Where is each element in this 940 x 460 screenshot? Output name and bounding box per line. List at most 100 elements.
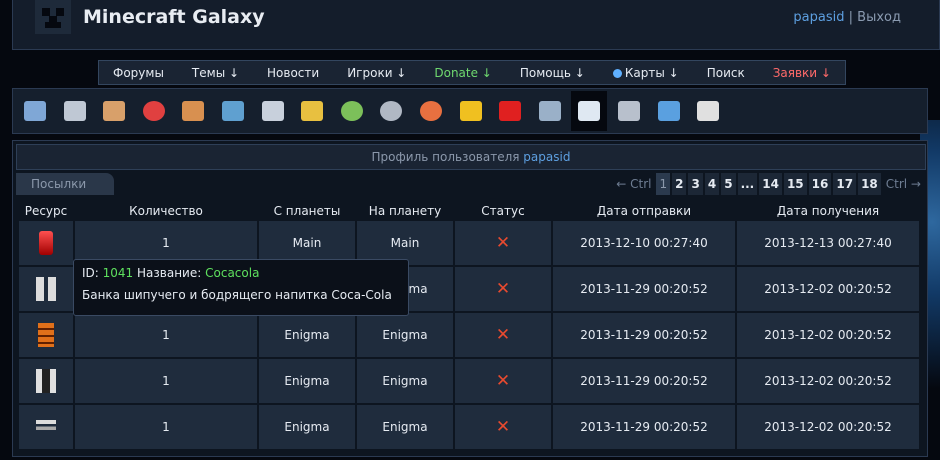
- medal-icon: [301, 101, 324, 121]
- status-failed-icon: ✕: [495, 233, 511, 253]
- column-header: С планеты: [273, 204, 341, 218]
- status-failed-icon: ✕: [495, 417, 511, 437]
- pager-page[interactable]: 16: [808, 173, 832, 195]
- column-header: На планету: [368, 204, 442, 218]
- sent-cell: 2013-11-29 00:20:52: [553, 313, 735, 357]
- qty-cell: 1: [75, 405, 257, 449]
- menu-item-0[interactable]: Форумы: [113, 66, 164, 80]
- from-cell: Enigma: [259, 405, 355, 449]
- toolbar-button-home[interactable]: [96, 91, 132, 131]
- from-cell: Enigma: [259, 313, 355, 357]
- table-row[interactable]: 1EnigmaEnigma✕2013-11-29 00:20:522013-12…: [19, 405, 919, 449]
- menu-item-label: Карты ↓: [624, 65, 679, 80]
- main-menu: Форумы Темы ↓ Новости Игроки ↓ Donate ↓ Помощ…: [98, 60, 846, 85]
- heart-icon: [499, 101, 522, 121]
- menu-item-7[interactable]: Поиск: [707, 66, 745, 80]
- column-header: Статус: [481, 204, 525, 218]
- received-cell: 2013-12-02 00:20:52: [737, 267, 919, 311]
- toolbar-button-bar-chart[interactable]: [532, 91, 568, 131]
- column-header: Дата получения: [776, 204, 880, 218]
- menu-item-3[interactable]: Игроки ↓: [347, 66, 406, 80]
- pager-page[interactable]: 17: [833, 173, 857, 195]
- status-cell: ✕: [455, 267, 551, 311]
- menu-item-5[interactable]: Помощь ↓: [520, 66, 585, 80]
- tooltip-name-value: Cocacola: [205, 266, 260, 280]
- resource-cell: [19, 405, 73, 449]
- toolbar-button-landscape[interactable]: [215, 91, 251, 131]
- qty-cell: 1: [75, 313, 257, 357]
- landscape-icon: [222, 101, 244, 121]
- logout-link[interactable]: Выход: [857, 10, 901, 25]
- user-separator: |: [848, 10, 854, 25]
- menu-item-8[interactable]: Заявки ↓: [773, 66, 831, 80]
- pager-page[interactable]: 5: [721, 173, 736, 195]
- from-cell: Enigma: [259, 359, 355, 403]
- toolbar-button-gear[interactable]: [373, 91, 409, 131]
- pager-prev[interactable]: ← Ctrl: [613, 173, 654, 195]
- creeper-logo-icon[interactable]: [35, 0, 71, 34]
- toolbar-button-folder[interactable]: [651, 91, 687, 131]
- toolbar-button-ban[interactable]: [136, 91, 172, 131]
- orange-chestplate-icon[interactable]: [38, 323, 54, 347]
- resource-cell: [19, 313, 73, 357]
- icon-toolbar: [12, 88, 928, 134]
- pager-page[interactable]: 2: [672, 173, 687, 195]
- status-failed-icon: ✕: [495, 325, 511, 345]
- table-row[interactable]: 1EnigmaEnigma✕2013-11-29 00:20:522013-12…: [19, 359, 919, 403]
- user-links: papasid | Выход: [793, 10, 901, 25]
- qty-cell: 1: [75, 359, 257, 403]
- cocacola-can-icon[interactable]: [39, 231, 53, 255]
- helmet-icon[interactable]: [36, 420, 56, 435]
- menu-item-6[interactable]: Карты ↓: [612, 65, 679, 80]
- to-cell: Enigma: [357, 405, 453, 449]
- toolbar-button-star[interactable]: [453, 91, 489, 131]
- resource-cell: [19, 359, 73, 403]
- toolbar-button-pencil-ruler[interactable]: [611, 91, 647, 131]
- toolbar-button-profile-card[interactable]: [17, 91, 53, 131]
- tab-parcels[interactable]: Посылки: [16, 173, 114, 195]
- toolbar-button-user[interactable]: [334, 91, 370, 131]
- menu-item-4[interactable]: Donate ↓: [434, 66, 492, 80]
- toolbar-button-lock[interactable]: [57, 91, 93, 131]
- profile-username[interactable]: papasid: [523, 150, 570, 164]
- toolbar-button-cart[interactable]: [255, 91, 291, 131]
- column-header: Дата отправки: [596, 204, 692, 218]
- pencil-ruler-icon: [618, 101, 640, 121]
- pager-next[interactable]: Ctrl →: [883, 173, 924, 195]
- notepad-icon: [697, 101, 720, 121]
- username-link[interactable]: papasid: [793, 10, 844, 25]
- toolbar-button-notepad[interactable]: [690, 91, 726, 131]
- toolbar-button-heart[interactable]: [492, 91, 528, 131]
- pager-page[interactable]: 1: [656, 173, 671, 195]
- to-cell: Enigma: [357, 313, 453, 357]
- to-cell: Enigma: [357, 359, 453, 403]
- toolbar-button-clock[interactable]: [413, 91, 449, 131]
- lock-icon: [63, 101, 86, 121]
- toolbar-button-envelope[interactable]: [571, 91, 608, 131]
- status-failed-icon: ✕: [495, 371, 511, 391]
- boots-icon[interactable]: [36, 277, 56, 301]
- status-cell: ✕: [455, 221, 551, 265]
- pager-page[interactable]: 14: [759, 173, 782, 195]
- pagination: ← Ctrl 1 2 3 4 5... 14 15 16 17 18 Ctrl →: [611, 173, 924, 195]
- table-header-row: Ресурс Количество С планеты На планету Стату…: [19, 203, 919, 219]
- tooltip-id-label: ID:: [82, 266, 99, 280]
- column-header: Количество: [129, 204, 203, 218]
- pager-page[interactable]: 15: [783, 173, 807, 195]
- toolbar-button-medal[interactable]: [294, 91, 330, 131]
- user-icon: [340, 101, 363, 121]
- menu-item-1[interactable]: Темы ↓: [192, 66, 239, 80]
- site-title[interactable]: Minecraft Galaxy: [83, 6, 265, 28]
- pager-page[interactable]: 3: [688, 173, 703, 195]
- received-cell: 2013-12-02 00:20:52: [737, 405, 919, 449]
- pager-page[interactable]: 18: [858, 173, 881, 195]
- received-cell: 2013-12-13 00:27:40: [737, 221, 919, 265]
- pager-ellipsis: ...: [737, 173, 758, 195]
- leggings-icon[interactable]: [36, 369, 56, 393]
- status-cell: ✕: [455, 405, 551, 449]
- toolbar-button-picture-frame[interactable]: [175, 91, 211, 131]
- sent-cell: 2013-11-29 00:20:52: [553, 359, 735, 403]
- menu-item-2[interactable]: Новости: [267, 66, 319, 80]
- pager-page[interactable]: 4: [704, 173, 720, 195]
- table-row[interactable]: 1EnigmaEnigma✕2013-11-29 00:20:522013-12…: [19, 313, 919, 357]
